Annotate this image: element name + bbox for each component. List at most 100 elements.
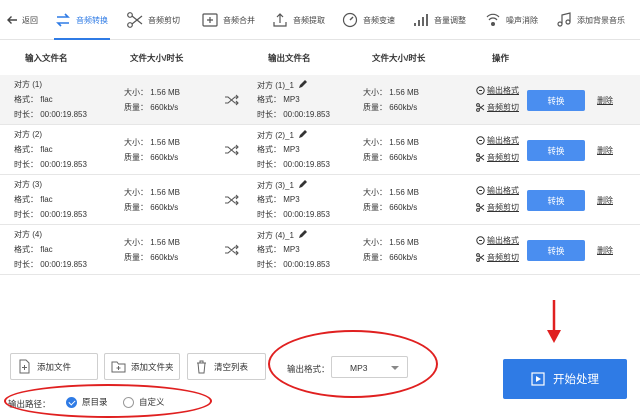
- format-icon: [476, 236, 485, 245]
- input-format: 格式： flac: [14, 145, 53, 154]
- radio-checked-icon: [66, 396, 77, 408]
- radio-original-directory[interactable]: 原目录: [66, 396, 108, 408]
- output-quality: 质量： 660kb/s: [363, 153, 418, 162]
- input-quality: 质量： 660kb/s: [124, 203, 179, 212]
- pencil-icon[interactable]: [298, 130, 308, 139]
- scissors-icon: [127, 12, 143, 28]
- output-duration: 时长： 00:00:19.853: [257, 210, 330, 219]
- output-format-link[interactable]: 输出格式: [476, 135, 519, 146]
- radio-unchecked-icon: [123, 396, 134, 408]
- play-icon: [531, 372, 545, 386]
- arrow-left-icon: [7, 16, 17, 24]
- tab-label: 噪声消除: [506, 15, 538, 25]
- header-output-size: 文件大小/时长: [372, 53, 426, 63]
- input-name: 对方 (4): [14, 230, 42, 239]
- output-size: 大小： 1.56 MB: [363, 188, 420, 197]
- output-name-cell: 对方 (3)_1: [257, 180, 308, 191]
- delete-link[interactable]: 删除: [597, 195, 613, 206]
- output-name: 对方 (1)_1: [257, 81, 294, 90]
- output-name: 对方 (2)_1: [257, 131, 294, 140]
- table-row: 对方 (3) 格式： flac 时长： 00:00:19.853 大小： 1.5…: [0, 175, 640, 225]
- red-arrow-icon: [547, 300, 561, 343]
- add-file-icon: [19, 359, 30, 374]
- input-size: 大小： 1.56 MB: [124, 188, 181, 197]
- tab-label: 音频剪切: [148, 15, 180, 25]
- clear-list-button[interactable]: 清空列表: [187, 353, 266, 380]
- delete-link[interactable]: 删除: [597, 145, 613, 156]
- scissors-icon: [476, 153, 485, 162]
- output-duration: 时长： 00:00:19.853: [257, 110, 330, 119]
- output-format-link[interactable]: 输出格式: [476, 235, 519, 246]
- audio-cut-link[interactable]: 音频剪切: [476, 102, 519, 113]
- toolbar: 返回 音频转换 音频剪切 音频合并 音频提取 音频变速 音量调整 噪声消除 添加…: [0, 0, 640, 40]
- delete-link[interactable]: 删除: [597, 95, 613, 106]
- output-name-cell: 对方 (2)_1: [257, 130, 308, 141]
- input-format: 格式： flac: [14, 95, 53, 104]
- input-duration: 时长： 00:00:19.853: [14, 160, 87, 169]
- convert-button[interactable]: 转换: [527, 90, 585, 111]
- add-folder-button[interactable]: 添加文件夹: [104, 353, 180, 380]
- input-duration: 时长： 00:00:19.853: [14, 110, 87, 119]
- output-format: 格式： MP3: [257, 245, 300, 254]
- tab-audio-convert[interactable]: 音频转换: [54, 0, 110, 40]
- pencil-icon[interactable]: [298, 180, 308, 189]
- output-name-cell: 对方 (4)_1: [257, 230, 308, 241]
- output-path-label: 输出路径：: [8, 399, 51, 409]
- convert-icon: [56, 13, 70, 27]
- convert-button[interactable]: 转换: [527, 240, 585, 261]
- output-name: 对方 (4)_1: [257, 231, 294, 240]
- output-format-select[interactable]: MP3: [331, 356, 408, 378]
- tab-audio-merge[interactable]: 音频合并: [201, 0, 255, 40]
- header-output-file: 输出文件名: [268, 53, 311, 63]
- back-label: 返回: [22, 15, 38, 25]
- input-name: 对方 (2): [14, 130, 42, 139]
- output-quality: 质量： 660kb/s: [363, 203, 418, 212]
- input-format: 格式： flac: [14, 195, 53, 204]
- tab-add-background-music[interactable]: 添加背景音乐: [555, 0, 625, 40]
- tab-audio-cut[interactable]: 音频剪切: [126, 0, 180, 40]
- input-quality: 质量： 660kb/s: [124, 153, 179, 162]
- output-quality: 质量： 660kb/s: [363, 253, 418, 262]
- speed-icon: [342, 12, 358, 28]
- output-format: 格式： MP3: [257, 145, 300, 154]
- denoise-icon: [486, 13, 500, 26]
- start-processing-button[interactable]: 开始处理: [503, 359, 627, 399]
- radio-custom-directory[interactable]: 自定义: [123, 396, 165, 408]
- input-name: 对方 (3): [14, 180, 42, 189]
- tab-label: 音频合并: [223, 15, 255, 25]
- tab-audio-speed[interactable]: 音频变速: [341, 0, 395, 40]
- format-icon: [476, 86, 485, 95]
- output-duration: 时长： 00:00:19.853: [257, 160, 330, 169]
- tab-label: 音频变速: [363, 15, 395, 25]
- pencil-icon[interactable]: [298, 80, 308, 89]
- tab-label: 音量调整: [434, 15, 466, 25]
- delete-link[interactable]: 删除: [597, 245, 613, 256]
- table-row: 对方 (2) 格式： flac 时长： 00:00:19.853 大小： 1.5…: [0, 125, 640, 175]
- output-format: 格式： MP3: [257, 195, 300, 204]
- input-size: 大小： 1.56 MB: [124, 238, 181, 247]
- tab-volume-adjust[interactable]: 音量调整: [412, 0, 466, 40]
- input-name: 对方 (1): [14, 80, 42, 89]
- audio-cut-link[interactable]: 音频剪切: [476, 252, 519, 263]
- volume-icon: [414, 14, 428, 26]
- back-button[interactable]: 返回: [6, 0, 38, 40]
- convert-button[interactable]: 转换: [527, 190, 585, 211]
- output-format-link[interactable]: 输出格式: [476, 185, 519, 196]
- pencil-icon[interactable]: [298, 230, 308, 239]
- tab-noise-removal[interactable]: 噪声消除: [484, 0, 538, 40]
- shuffle-icon: [225, 244, 239, 256]
- output-format-link[interactable]: 输出格式: [476, 85, 519, 96]
- tab-label: 添加背景音乐: [577, 15, 625, 25]
- shuffle-icon: [225, 144, 239, 156]
- output-name: 对方 (3)_1: [257, 181, 294, 190]
- audio-cut-link[interactable]: 音频剪切: [476, 152, 519, 163]
- tab-audio-extract[interactable]: 音频提取: [271, 0, 325, 40]
- convert-button[interactable]: 转换: [527, 140, 585, 161]
- audio-cut-link[interactable]: 音频剪切: [476, 202, 519, 213]
- input-format: 格式： flac: [14, 245, 53, 254]
- add-file-button[interactable]: 添加文件: [10, 353, 98, 380]
- input-duration: 时长： 00:00:19.853: [14, 210, 87, 219]
- output-format: 格式： MP3: [257, 95, 300, 104]
- input-quality: 质量： 660kb/s: [124, 253, 179, 262]
- extract-icon: [273, 13, 287, 27]
